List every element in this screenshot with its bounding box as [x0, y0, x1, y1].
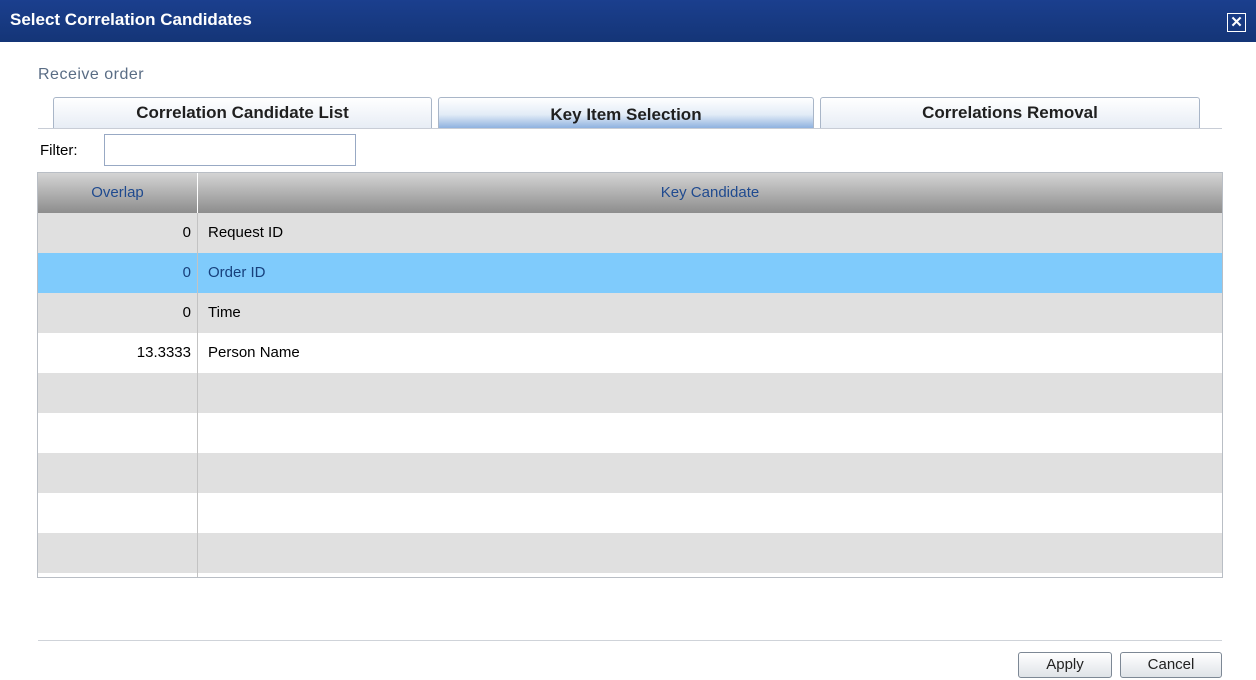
tab-key-item-selection[interactable]: Key Item Selection	[438, 97, 814, 128]
key-candidate-cell: Time	[208, 304, 241, 321]
column-header-overlap[interactable]: Overlap	[38, 173, 197, 213]
section-label: Receive order	[38, 66, 145, 83]
overlap-cell	[38, 533, 191, 573]
key-candidate-cell	[208, 413, 1108, 453]
close-icon[interactable]: ✕	[1227, 13, 1246, 32]
footer-divider	[38, 640, 1222, 641]
apply-button[interactable]: Apply	[1018, 652, 1112, 678]
overlap-cell: 0	[182, 264, 191, 281]
key-candidate-cell	[208, 493, 1108, 533]
table-row[interactable]: 0 Request ID	[38, 213, 1222, 253]
table-row[interactable]: 0 Order ID	[38, 253, 1222, 293]
key-candidate-cell	[208, 373, 1108, 413]
table-row[interactable]	[38, 413, 1222, 453]
key-candidate-cell	[208, 453, 1108, 493]
key-candidate-cell: Person Name	[208, 344, 300, 361]
key-candidate-table: Overlap Key Candidate 0 Request ID 0 Order …	[37, 172, 1223, 578]
table-row[interactable]	[38, 453, 1222, 493]
column-header-key-candidate[interactable]: Key Candidate	[198, 173, 1222, 213]
filter-input[interactable]	[104, 134, 356, 166]
overlap-cell: 0	[182, 304, 191, 321]
overlap-cell	[38, 453, 191, 493]
table-row[interactable]	[38, 493, 1222, 533]
table-row[interactable]	[38, 533, 1222, 573]
overlap-cell: 0	[182, 224, 191, 241]
overlap-cell	[38, 413, 191, 453]
title-bar: Select Correlation Candidates ✕	[0, 0, 1256, 42]
filter-label: Filter:	[40, 142, 78, 159]
key-candidate-cell: Order ID	[208, 264, 266, 281]
cancel-button[interactable]: Cancel	[1120, 652, 1222, 678]
overlap-cell	[38, 493, 191, 533]
table-row[interactable]: 13.3333 Person Name	[38, 333, 1222, 373]
overlap-cell: 13.3333	[136, 344, 191, 361]
key-candidate-cell: Request ID	[208, 224, 284, 241]
window-title: Select Correlation Candidates	[10, 10, 252, 29]
table-header: Overlap Key Candidate	[38, 173, 1222, 213]
overlap-cell	[38, 373, 191, 413]
key-candidate-cell	[208, 533, 1108, 573]
table-row[interactable]	[38, 373, 1222, 413]
column-divider	[197, 213, 198, 577]
tab-correlations-removal[interactable]: Correlations Removal	[820, 97, 1200, 128]
tab-correlation-candidate-list[interactable]: Correlation Candidate List	[53, 97, 432, 128]
table-row[interactable]: 0 Time	[38, 293, 1222, 333]
